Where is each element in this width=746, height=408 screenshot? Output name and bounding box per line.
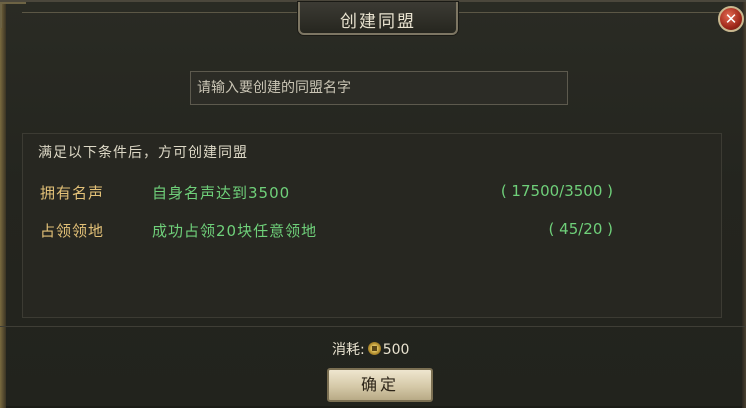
- requirement-label: 拥有名声: [40, 184, 105, 202]
- requirements-panel: 满足以下条件后，方可创建同盟 拥有名声 自身名声达到3500 ( 17500/3…: [22, 133, 722, 318]
- close-button[interactable]: ✕: [718, 6, 744, 32]
- close-icon: ✕: [724, 10, 738, 28]
- frame-corner-ornament: [0, 2, 26, 28]
- requirement-progress: ( 45/20 ): [548, 220, 613, 238]
- requirement-row-reputation: 拥有名声 自身名声达到3500 ( 17500/3500 ): [23, 182, 723, 204]
- confirm-button[interactable]: 确定: [327, 368, 433, 402]
- cost-display: 消耗: 500: [332, 339, 409, 359]
- requirement-row-territory: 占领领地 成功占领20块任意领地 ( 45/20 ): [23, 220, 723, 242]
- footer-divider: [0, 326, 746, 327]
- requirement-description: 成功占领20块任意领地: [152, 222, 318, 240]
- create-alliance-dialog: 创建同盟 ✕ 满足以下条件后，方可创建同盟 拥有名声 自身名声达到3500 ( …: [0, 0, 746, 408]
- dialog-title: 创建同盟: [340, 12, 416, 32]
- requirement-progress: ( 17500/3500 ): [500, 182, 613, 200]
- cost-amount: 500: [382, 342, 410, 358]
- cost-label: 消耗:: [332, 342, 365, 358]
- frame-left-border: [0, 2, 6, 408]
- requirements-header: 满足以下条件后，方可创建同盟: [38, 145, 248, 161]
- coin-icon: [367, 342, 381, 355]
- requirement-description: 自身名声达到3500: [152, 184, 291, 202]
- alliance-name-input[interactable]: [190, 71, 568, 105]
- title-plate: 创建同盟: [298, 2, 458, 35]
- requirement-label: 占领领地: [40, 222, 105, 240]
- frame-right-border: [742, 2, 746, 408]
